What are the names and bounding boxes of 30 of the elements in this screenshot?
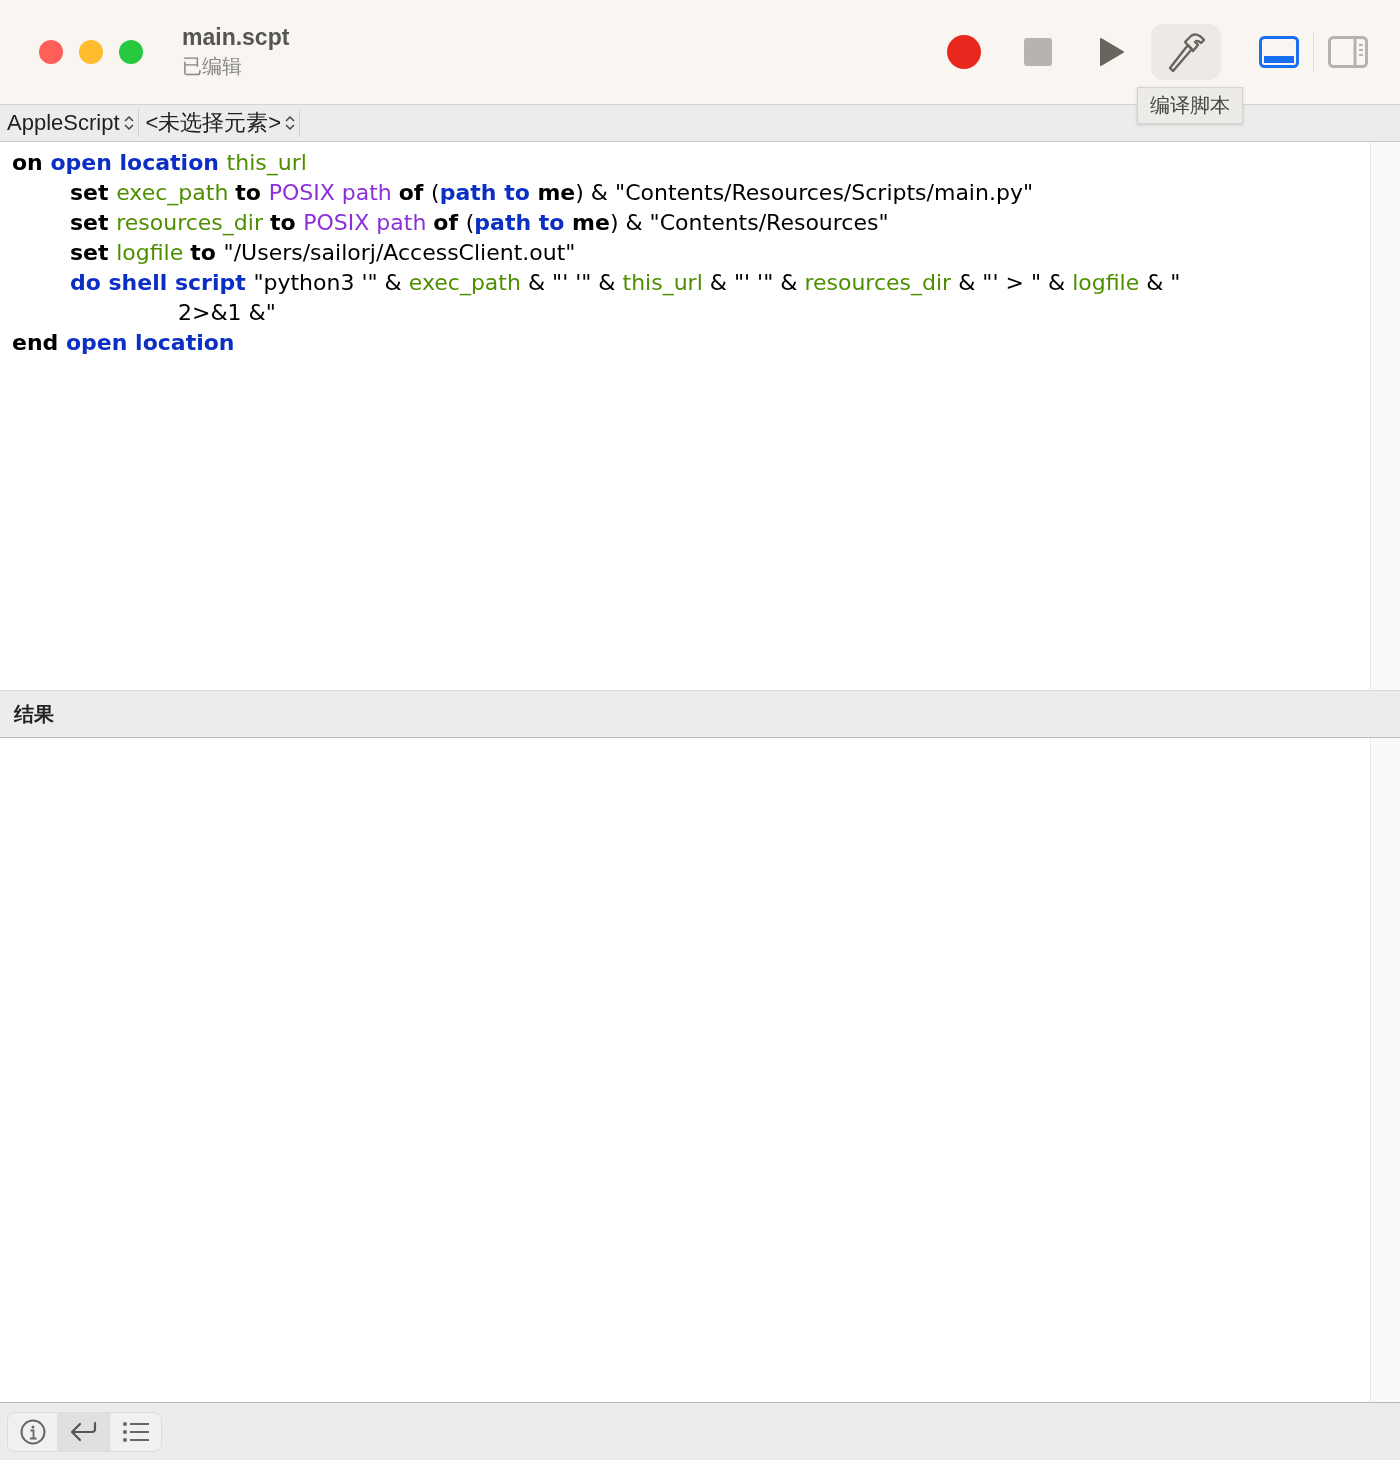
sidebar-icon: [1328, 36, 1368, 68]
result-header: 结果: [14, 700, 54, 728]
compile-button[interactable]: [1151, 24, 1221, 80]
code-line: end open location: [12, 329, 235, 357]
description-tab[interactable]: [8, 1412, 59, 1451]
play-icon: [1099, 37, 1125, 67]
close-button[interactable]: [39, 40, 63, 64]
code-line: 2>&1 &": [178, 299, 276, 327]
window-title: main.scpt: [182, 24, 290, 51]
code-line: set exec_path to POSIX path of (path to me) & "Contents/Resources/Scripts/main.py": [70, 179, 1034, 208]
sidebar-toggle[interactable]: [1326, 34, 1370, 70]
stop-icon: [1024, 38, 1052, 66]
code-line: do shell script "python3 '" & exec_path & "' '" & this_url & "' '" & resources_dir & "' > " & logfile & ": [70, 269, 1181, 298]
return-arrow-icon: [69, 1420, 98, 1443]
code-line: on open location this_url: [12, 149, 307, 178]
record-icon: [946, 34, 982, 70]
updown-icon: [123, 115, 134, 131]
list-icon: [121, 1420, 150, 1443]
bottom-panel-icon: [1259, 36, 1299, 68]
result-tab[interactable]: [59, 1412, 110, 1451]
code-line: set logfile to "/Users/sailorj/AccessClient.out": [70, 239, 576, 267]
updown-icon: [285, 115, 296, 131]
language-popup[interactable]: AppleScript: [0, 109, 139, 137]
result-panel-toggle[interactable]: [1257, 34, 1301, 70]
info-icon: [19, 1418, 46, 1445]
tooltip: 编译脚本: [1137, 87, 1243, 124]
element-popup[interactable]: <未选择元素>: [138, 109, 301, 137]
edited-status: 已编辑: [182, 53, 243, 80]
code-line: set resources_dir to POSIX path of (path to me) & "Contents/Resources": [70, 209, 889, 238]
log-tab[interactable]: [110, 1412, 161, 1451]
